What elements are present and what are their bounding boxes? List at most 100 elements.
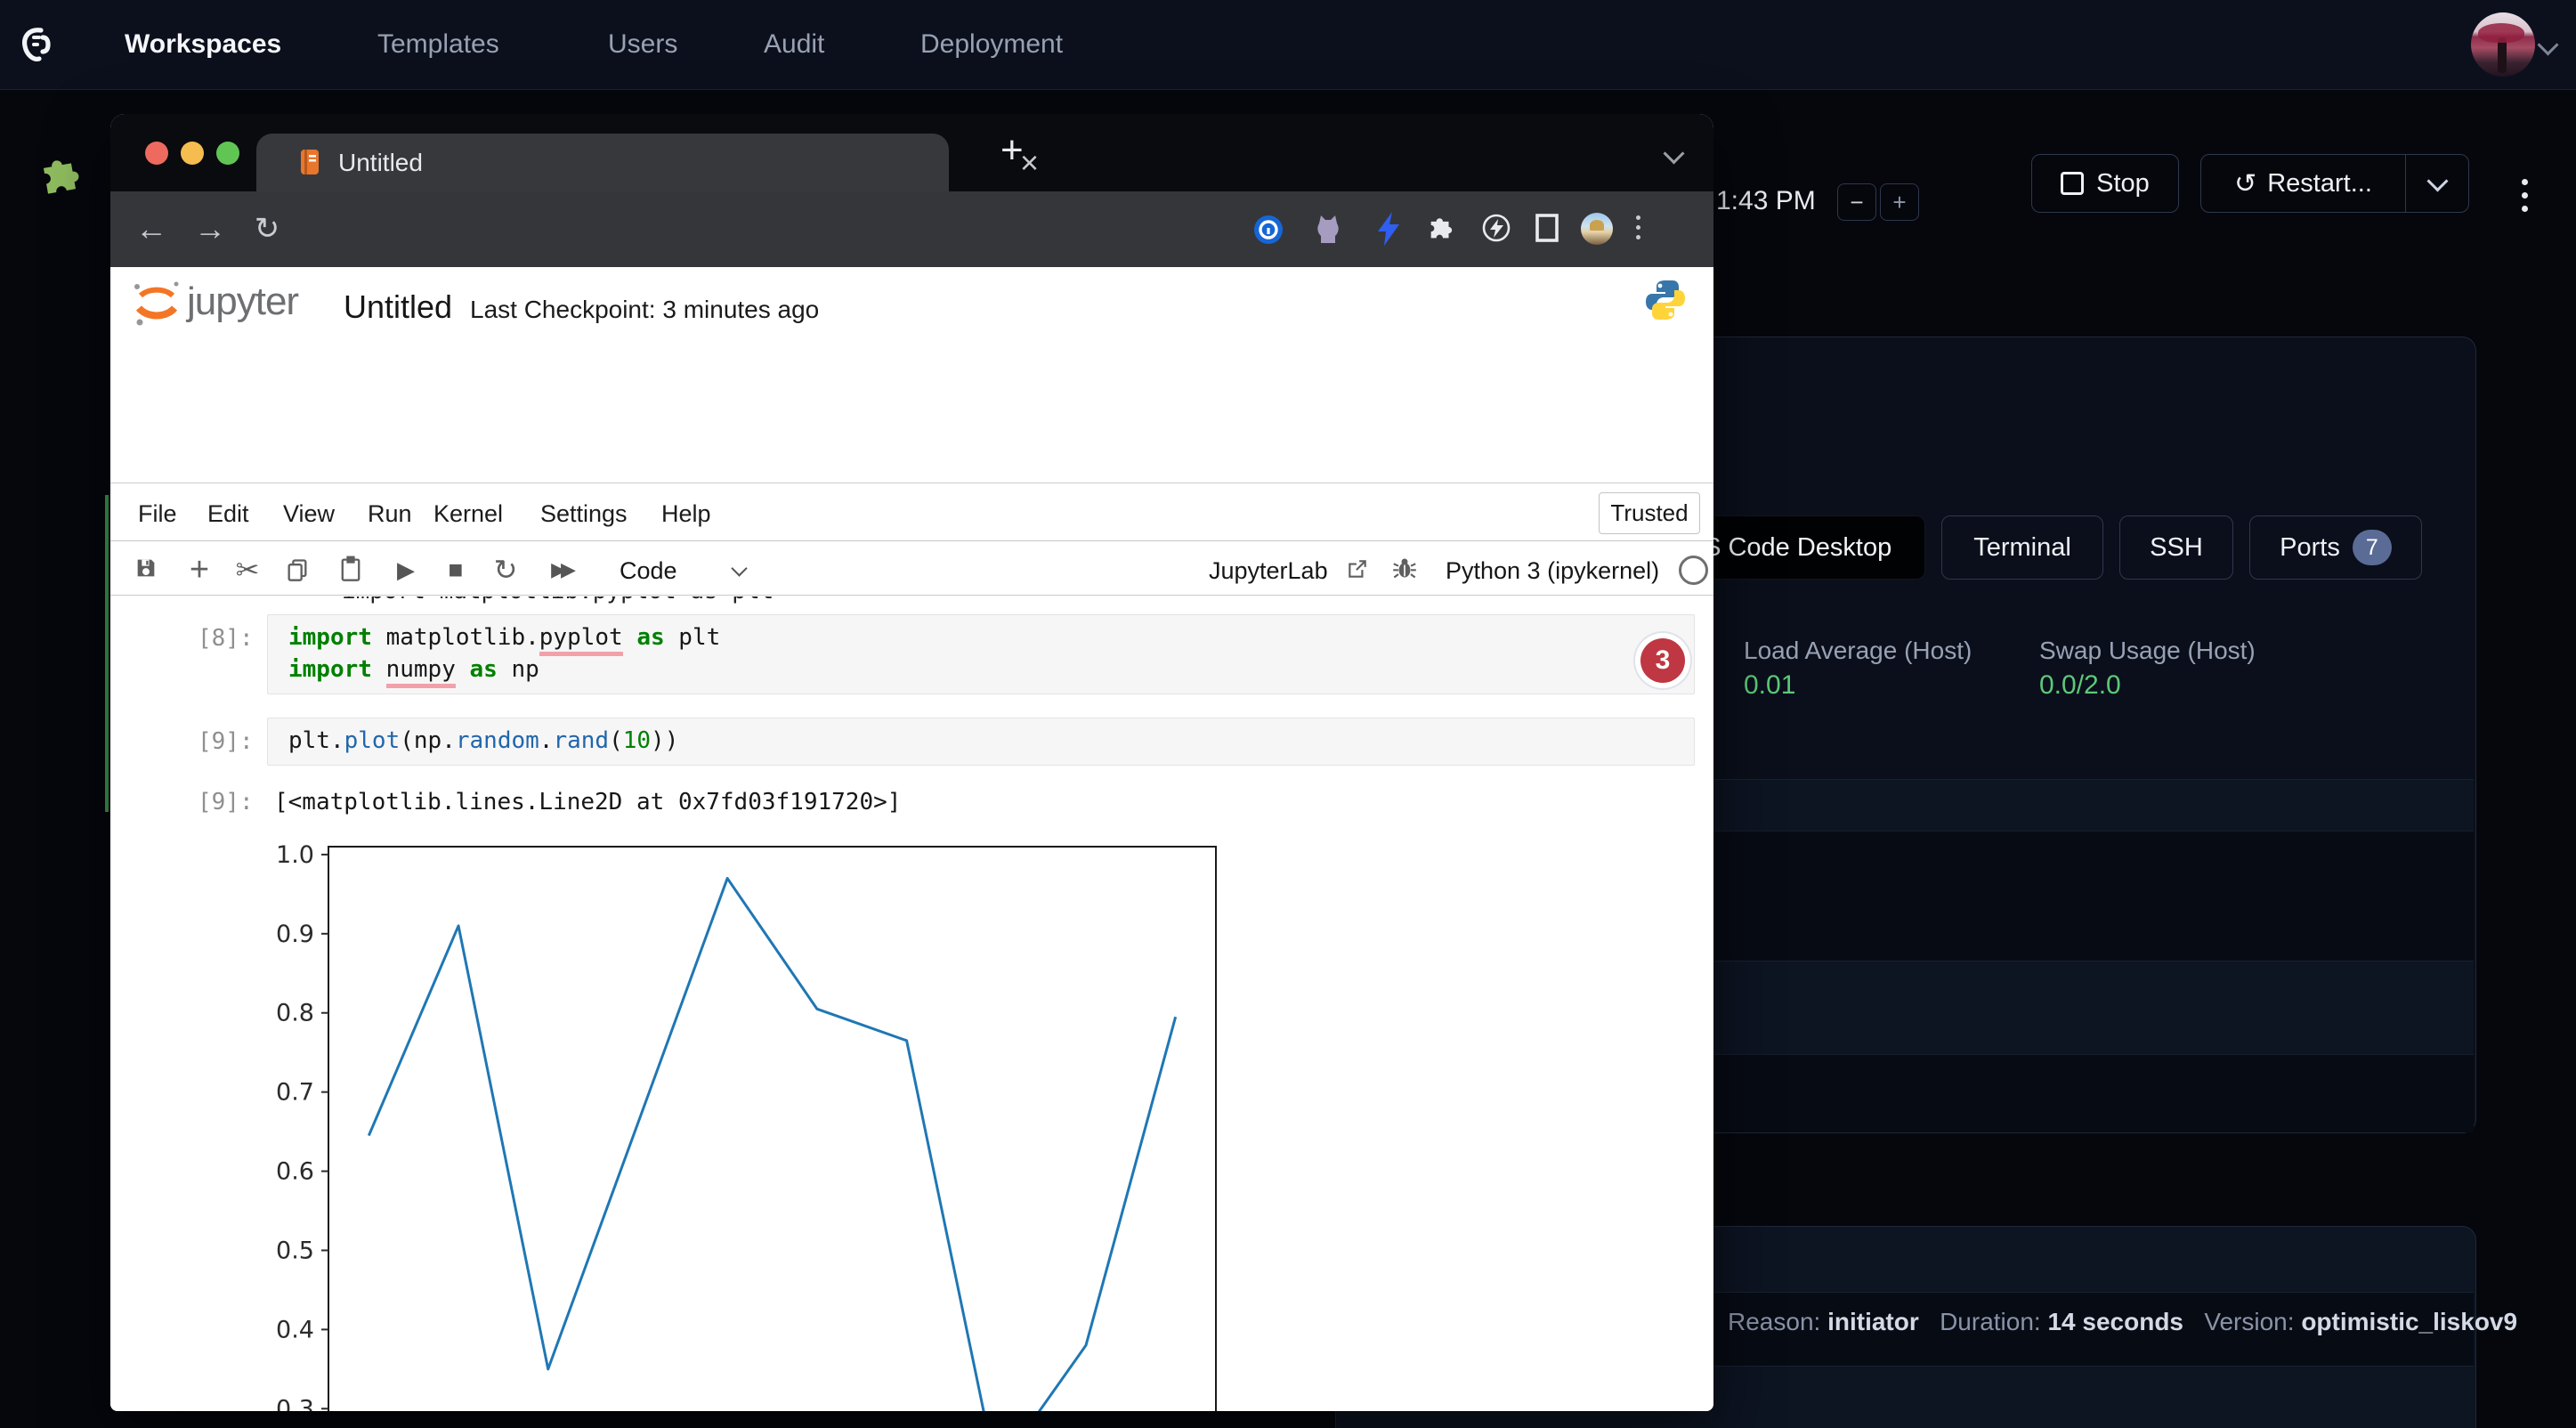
menu-view[interactable]: View — [283, 487, 335, 540]
load-average-value: 0.01 — [1744, 670, 1795, 701]
user-avatar[interactable] — [2471, 12, 2535, 77]
window-maximize-button[interactable] — [216, 142, 239, 165]
window-minimize-button[interactable] — [181, 142, 204, 165]
svg-text:0.4: 0.4 — [276, 1316, 314, 1343]
divider — [110, 595, 1713, 596]
build-status-green-bar — [105, 495, 109, 812]
ports-button[interactable]: Ports 7 — [2249, 515, 2422, 580]
divider — [110, 540, 1713, 541]
svg-text:0.8: 0.8 — [276, 1000, 314, 1027]
cell-type-select[interactable]: Code — [620, 557, 677, 585]
nav-audit[interactable]: Audit — [764, 0, 824, 89]
onepassword-extension-icon[interactable] — [1253, 215, 1284, 249]
notebook-title[interactable]: Untitled — [344, 288, 452, 326]
notification-count-badge[interactable]: 3 — [1640, 638, 1685, 683]
browser-tab-strip: Untitled × + — [110, 114, 1713, 191]
new-tab-button[interactable]: + — [1000, 128, 1024, 173]
swap-usage-label: Swap Usage (Host) — [2039, 637, 2256, 665]
ghostery-extension-icon[interactable] — [1481, 213, 1511, 247]
jupyter-notebook-page: jupyter Untitled Last Checkpoint: 3 minu… — [110, 267, 1713, 1411]
save-icon[interactable] — [134, 556, 158, 580]
python-logo-icon — [1643, 278, 1688, 327]
forward-button[interactable]: → — [190, 209, 230, 248]
output-9-text: [<matplotlib.lines.Line2D at 0x7fd03f191… — [274, 789, 901, 815]
terminal-button[interactable]: Terminal — [1941, 515, 2103, 580]
load-average-label: Load Average (Host) — [1744, 637, 1972, 665]
svg-text:0.9: 0.9 — [276, 921, 314, 948]
output-9-prompt: [9]: — [198, 789, 254, 815]
run-cell-icon[interactable]: ▶ — [388, 552, 424, 588]
stop-workspace-button[interactable]: Stop — [2031, 154, 2179, 213]
browser-window: Untitled × + ← → ↻ 5555--main--test--mat… — [110, 114, 1713, 1411]
svg-text:1.0: 1.0 — [276, 841, 314, 869]
tab-search-chevron-icon[interactable] — [1663, 142, 1684, 164]
menu-edit[interactable]: Edit — [207, 487, 249, 540]
clipped-cell-fragment: import matplotlib.pyplot as plt — [342, 596, 965, 606]
jupyter-favicon-icon — [299, 148, 320, 176]
menu-help[interactable]: Help — [661, 487, 711, 540]
kernel-status-icon — [1679, 556, 1708, 585]
ports-count-badge: 7 — [2353, 530, 2392, 565]
ssh-button[interactable]: SSH — [2119, 515, 2233, 580]
github-octocat-extension-icon[interactable] — [1312, 213, 1344, 251]
open-jupyterlab-link[interactable]: JupyterLab — [1209, 557, 1328, 585]
cell-9-code-line[interactable]: plt.plot(np.random.rand(10)) — [288, 727, 678, 754]
menu-run[interactable]: Run — [368, 487, 412, 540]
browser-profile-avatar[interactable] — [1581, 213, 1613, 245]
debugger-bug-icon[interactable] — [1392, 556, 1417, 585]
svg-text:0.5: 0.5 — [276, 1237, 314, 1264]
lightning-extension-icon[interactable] — [1374, 211, 1403, 251]
zoom-out-button[interactable]: − — [1837, 183, 1876, 221]
stop-square-icon — [2061, 172, 2084, 195]
user-menu-chevron-icon[interactable] — [2537, 34, 2558, 55]
nav-users[interactable]: Users — [608, 0, 677, 89]
cell-9-prompt: [9]: — [198, 728, 254, 755]
zoom-in-button[interactable]: + — [1880, 183, 1919, 221]
cell-8-code-line-1[interactable]: import matplotlib.pyplot as plt — [288, 624, 720, 651]
coder-logo-icon[interactable] — [16, 23, 59, 66]
cut-icon[interactable]: ✂ — [230, 552, 265, 588]
menu-kernel[interactable]: Kernel — [433, 487, 503, 540]
back-button[interactable]: ← — [132, 209, 171, 248]
svg-text:0.6: 0.6 — [276, 1158, 314, 1186]
workspace-kebab-menu[interactable] — [2522, 174, 2529, 228]
cell-8-prompt: [8]: — [198, 625, 254, 652]
nav-workspaces[interactable]: Workspaces — [125, 0, 281, 89]
restart-icon: ↺ — [2234, 168, 2256, 199]
restart-run-all-icon[interactable]: ▶▶ — [538, 552, 584, 588]
menu-file[interactable]: File — [138, 487, 177, 540]
nav-deployment[interactable]: Deployment — [920, 0, 1063, 89]
browser-tab[interactable]: Untitled × — [256, 134, 949, 191]
screen: Workspaces Templates Users Audit Deploym… — [0, 0, 2576, 1428]
restart-workspace-button[interactable]: ↺ Restart... — [2200, 154, 2469, 213]
cell-type-chevron-icon[interactable] — [731, 560, 747, 576]
matplotlib-line-chart: 0.20.30.40.50.60.70.80.91.002468 — [276, 839, 1237, 1411]
workspace-template-puzzle-icon — [37, 153, 85, 201]
svg-text:0.3: 0.3 — [276, 1395, 314, 1411]
menu-settings[interactable]: Settings — [540, 487, 628, 540]
external-link-icon — [1346, 557, 1369, 585]
reload-button[interactable]: ↻ — [247, 209, 287, 248]
extensions-puzzle-icon[interactable] — [1426, 213, 1456, 247]
trusted-button[interactable]: Trusted — [1599, 492, 1700, 534]
paste-icon[interactable] — [338, 556, 363, 582]
jupyter-brand: jupyter — [187, 280, 298, 324]
interrupt-kernel-icon[interactable]: ■ — [438, 552, 474, 588]
kernel-name[interactable]: Python 3 (ipykernel) — [1446, 557, 1659, 585]
browser-kebab-menu[interactable] — [1636, 213, 1643, 248]
nav-templates[interactable]: Templates — [377, 0, 499, 89]
window-close-button[interactable] — [145, 142, 168, 165]
restart-options-chevron[interactable] — [2405, 155, 2468, 212]
svg-text:0.7: 0.7 — [276, 1079, 314, 1107]
restart-kernel-icon[interactable]: ↻ — [488, 552, 523, 588]
jupyter-logo-icon — [132, 276, 182, 329]
copy-icon[interactable] — [285, 557, 310, 582]
cell-8-code-line-2[interactable]: import numpy as np — [288, 656, 539, 683]
restart-main[interactable]: ↺ Restart... — [2201, 168, 2405, 199]
clock-time: 1:43 PM — [1716, 183, 1816, 219]
swap-usage-value: 0.0/2.0 — [2039, 670, 2121, 701]
top-nav: Workspaces Templates Users Audit Deploym… — [0, 0, 2576, 90]
side-panel-icon[interactable] — [1535, 213, 1559, 247]
tab-title: Untitled — [338, 149, 423, 177]
insert-cell-icon[interactable]: + — [182, 552, 217, 588]
